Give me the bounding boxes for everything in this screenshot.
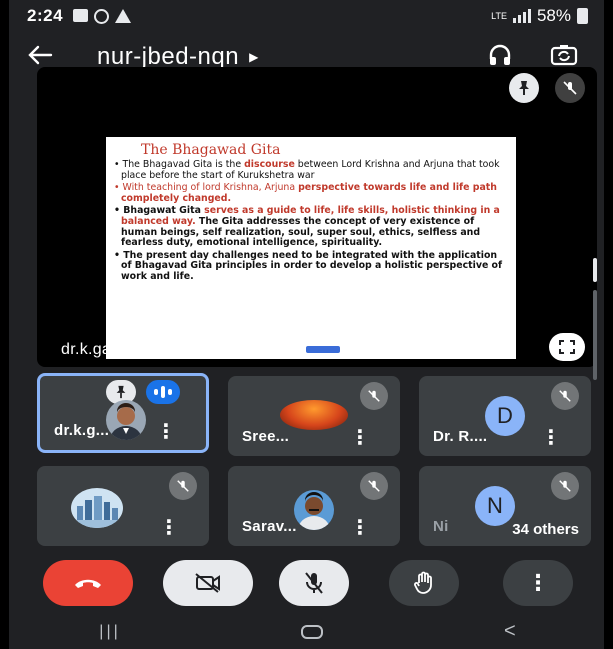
system-nav-bar: ||| < [9,614,606,649]
status-bar: 2:24 LTE 58% [9,0,606,32]
slide-title: The Bhagawad Gita [141,142,281,158]
end-call-icon [75,579,101,588]
presenter-label: dr.k.gangadharan is presenting [61,341,290,358]
mic-off-icon [169,472,197,500]
participant-name: Dr. R.... [433,428,488,445]
participant-tile[interactable]: Sarav... ⋮ [228,466,400,546]
avatar [294,490,334,530]
recents-icon[interactable]: ||| [99,623,120,641]
video-off-icon [195,573,220,593]
more-options-icon[interactable]: ⋮ [350,428,370,448]
camera-toggle-button[interactable] [163,560,253,606]
more-options-icon[interactable]: ⋮ [159,518,179,538]
avatar [106,400,146,440]
slide-footer-chip [306,346,340,353]
caret-right-icon[interactable]: ▶ [249,50,258,64]
presentation-tile[interactable]: The Bhagawad Gita The Bhagavad Gita is t… [37,67,597,367]
battery-icon [577,8,588,24]
lte-indicator: LTE [491,10,507,21]
fullscreen-icon[interactable] [549,333,585,361]
home-icon[interactable] [301,624,324,639]
participant-tile[interactable]: dr.k.g... ⋮ [37,373,209,453]
slide-bullet-1: The Bhagavad Gita is the discourse betwe… [113,159,509,181]
pin-icon[interactable] [509,73,539,103]
mic-off-icon [360,472,388,500]
more-options-button[interactable]: ⋮ [503,560,573,606]
warning-icon [115,8,132,23]
mic-toggle-button[interactable] [279,560,349,606]
avatar-letter: D [485,396,525,436]
others-count[interactable]: 34 others [508,521,583,538]
participant-name: Sarav... [242,518,297,535]
speaking-indicator-icon [146,380,180,404]
phone-screen: 2:24 LTE 58% nur-jbed-nqn ▶ The Bhagawad… [8,0,605,649]
mic-off-icon [551,382,579,410]
avatar-letter: N [475,486,515,526]
avatar [71,488,123,528]
call-controls: ⋮ [9,560,606,610]
status-time: 2:24 [27,6,64,25]
slide-bullet-4: The present day challenges need to be in… [113,250,509,283]
participant-tile-others[interactable]: N Ni 34 others [419,466,591,546]
mic-off-icon [360,382,388,410]
raise-hand-button[interactable] [389,560,459,606]
gallery-notification-icon [73,8,89,22]
back-nav-icon[interactable]: < [504,620,516,643]
participant-name: Sree... [242,428,290,445]
participant-tile[interactable]: D Dr. R.... ⋮ [419,376,591,456]
battery-percent: 58% [536,6,571,25]
end-call-button[interactable] [43,560,133,606]
mic-off-icon [305,572,323,594]
more-options-icon[interactable]: ⋮ [350,518,370,538]
more-options-icon[interactable]: ⋮ [541,428,561,448]
mic-off-icon [551,472,579,500]
participant-tile[interactable]: ⋮ [37,466,209,546]
slide-bullet-2: With teaching of lord Krishna, Arjuna pe… [113,182,509,204]
participant-tile[interactable]: Sree... ⋮ [228,376,400,456]
participant-name-partial: Ni [433,518,449,535]
more-options-icon[interactable]: ⋮ [156,422,176,442]
avatar [280,400,348,430]
participant-name: dr.k.g... [54,422,110,439]
signal-icon [512,9,531,23]
raise-hand-icon [414,571,432,594]
slide-bullet-3: Bhagawat Gita serves as a guide to life,… [113,206,509,248]
shared-slide: The Bhagawad Gita The Bhagavad Gita is t… [106,137,516,359]
scrollbar-thumb[interactable] [593,258,597,282]
slide-footer [306,346,340,353]
mic-off-icon[interactable] [555,73,585,103]
scrollbar-track[interactable] [593,290,597,380]
data-saver-icon [94,8,110,24]
